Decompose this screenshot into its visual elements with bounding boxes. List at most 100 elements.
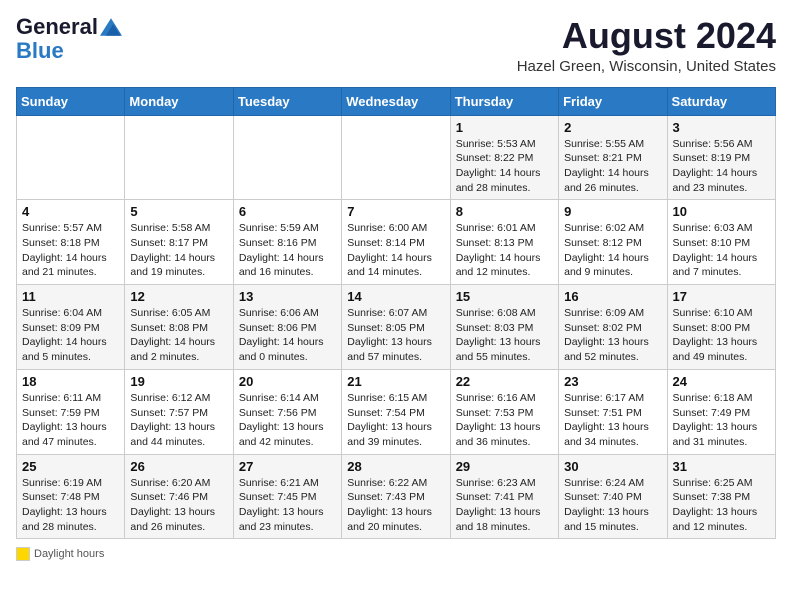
calendar-cell: 18 Sunrise: 6:11 AMSunset: 7:59 PMDayligh… [17, 369, 125, 454]
calendar-header-row: SundayMondayTuesdayWednesdayThursdayFrid… [17, 87, 776, 115]
calendar-cell: 24 Sunrise: 6:18 AMSunset: 7:49 PMDayligh… [667, 369, 775, 454]
calendar-cell: 11 Sunrise: 6:04 AMSunset: 8:09 PMDayligh… [17, 285, 125, 370]
calendar-header-wednesday: Wednesday [342, 87, 450, 115]
day-info: Sunrise: 6:04 AMSunset: 8:09 PMDaylight:… [22, 306, 119, 365]
day-info: Sunrise: 6:12 AMSunset: 7:57 PMDaylight:… [130, 391, 227, 450]
day-info: Sunrise: 5:53 AMSunset: 8:22 PMDaylight:… [456, 137, 553, 196]
calendar-cell: 5 Sunrise: 5:58 AMSunset: 8:17 PMDaylight… [125, 200, 233, 285]
daylight-legend: Daylight hours [16, 547, 104, 561]
day-number: 28 [347, 459, 444, 474]
day-info: Sunrise: 6:06 AMSunset: 8:06 PMDaylight:… [239, 306, 336, 365]
calendar-cell: 30 Sunrise: 6:24 AMSunset: 7:40 PMDayligh… [559, 454, 667, 539]
calendar-cell: 1 Sunrise: 5:53 AMSunset: 8:22 PMDaylight… [450, 115, 558, 200]
calendar-cell [233, 115, 341, 200]
calendar-cell: 21 Sunrise: 6:15 AMSunset: 7:54 PMDayligh… [342, 369, 450, 454]
day-info: Sunrise: 6:09 AMSunset: 8:02 PMDaylight:… [564, 306, 661, 365]
day-number: 26 [130, 459, 227, 474]
day-info: Sunrise: 5:55 AMSunset: 8:21 PMDaylight:… [564, 137, 661, 196]
calendar-cell: 9 Sunrise: 6:02 AMSunset: 8:12 PMDaylight… [559, 200, 667, 285]
day-number: 11 [22, 289, 119, 304]
calendar-cell [125, 115, 233, 200]
legend-color-box [16, 547, 30, 561]
day-number: 5 [130, 204, 227, 219]
day-info: Sunrise: 6:23 AMSunset: 7:41 PMDaylight:… [456, 476, 553, 535]
day-number: 18 [22, 374, 119, 389]
day-info: Sunrise: 6:15 AMSunset: 7:54 PMDaylight:… [347, 391, 444, 450]
day-info: Sunrise: 5:58 AMSunset: 8:17 PMDaylight:… [130, 221, 227, 280]
day-number: 10 [673, 204, 770, 219]
day-number: 14 [347, 289, 444, 304]
footer: Daylight hours [16, 547, 776, 561]
calendar-cell: 6Sunrise: 5:59 AMSunset: 8:16 PMDaylight… [233, 200, 341, 285]
day-number: 15 [456, 289, 553, 304]
calendar-cell: 25Sunrise: 6:19 AMSunset: 7:48 PMDayligh… [17, 454, 125, 539]
day-number: 1 [456, 120, 553, 135]
calendar-cell: 13Sunrise: 6:06 AMSunset: 8:06 PMDayligh… [233, 285, 341, 370]
day-info: Sunrise: 6:18 AMSunset: 7:49 PMDaylight:… [673, 391, 770, 450]
day-number: 7 [347, 204, 444, 219]
day-info: Sunrise: 6:11 AMSunset: 7:59 PMDaylight:… [22, 391, 119, 450]
day-info: Sunrise: 6:17 AMSunset: 7:51 PMDaylight:… [564, 391, 661, 450]
calendar-cell: 10 Sunrise: 6:03 AMSunset: 8:10 PMDayligh… [667, 200, 775, 285]
logo-blue-text: Blue [16, 38, 64, 64]
calendar-header-saturday: Saturday [667, 87, 775, 115]
day-number: 12 [130, 289, 227, 304]
day-number: 21 [347, 374, 444, 389]
logo: General Blue [16, 16, 122, 64]
day-info: Sunrise: 6:01 AMSunset: 8:13 PMDaylight:… [456, 221, 553, 280]
calendar-cell: 2 Sunrise: 5:55 AMSunset: 8:21 PMDaylight… [559, 115, 667, 200]
day-number: 2 [564, 120, 661, 135]
calendar-header-monday: Monday [125, 87, 233, 115]
day-info: Sunrise: 6:25 AMSunset: 7:38 PMDaylight:… [673, 476, 770, 535]
calendar-week-5: 25Sunrise: 6:19 AMSunset: 7:48 PMDayligh… [17, 454, 776, 539]
calendar-cell: 26Sunrise: 6:20 AMSunset: 7:46 PMDayligh… [125, 454, 233, 539]
day-info: Sunrise: 6:19 AMSunset: 7:48 PMDaylight:… [22, 476, 119, 535]
calendar-cell: 7 Sunrise: 6:00 AMSunset: 8:14 PMDaylight… [342, 200, 450, 285]
calendar-cell: 23Sunrise: 6:17 AMSunset: 7:51 PMDayligh… [559, 369, 667, 454]
day-number: 17 [673, 289, 770, 304]
calendar-cell: 16 Sunrise: 6:09 AMSunset: 8:02 PMDayligh… [559, 285, 667, 370]
day-info: Sunrise: 6:10 AMSunset: 8:00 PMDaylight:… [673, 306, 770, 365]
calendar-cell: 14 Sunrise: 6:07 AMSunset: 8:05 PMDayligh… [342, 285, 450, 370]
calendar-week-3: 11 Sunrise: 6:04 AMSunset: 8:09 PMDayligh… [17, 285, 776, 370]
calendar-week-4: 18 Sunrise: 6:11 AMSunset: 7:59 PMDayligh… [17, 369, 776, 454]
calendar-week-2: 4 Sunrise: 5:57 AMSunset: 8:18 PMDaylight… [17, 200, 776, 285]
calendar-cell: 19 Sunrise: 6:12 AMSunset: 7:57 PMDayligh… [125, 369, 233, 454]
calendar-cell: 27 Sunrise: 6:21 AMSunset: 7:45 PMDayligh… [233, 454, 341, 539]
day-info: Sunrise: 6:02 AMSunset: 8:12 PMDaylight:… [564, 221, 661, 280]
calendar-cell: 8 Sunrise: 6:01 AMSunset: 8:13 PMDaylight… [450, 200, 558, 285]
day-info: Sunrise: 5:57 AMSunset: 8:18 PMDaylight:… [22, 221, 119, 280]
calendar-cell: 22Sunrise: 6:16 AMSunset: 7:53 PMDayligh… [450, 369, 558, 454]
calendar-header-friday: Friday [559, 87, 667, 115]
logo-general-text: General [16, 16, 98, 38]
day-info: Sunrise: 6:21 AMSunset: 7:45 PMDaylight:… [239, 476, 336, 535]
day-info: Sunrise: 6:14 AMSunset: 7:56 PMDaylight:… [239, 391, 336, 450]
day-number: 31 [673, 459, 770, 474]
day-number: 16 [564, 289, 661, 304]
day-number: 24 [673, 374, 770, 389]
header: General Blue August 2024 Hazel Green, Wi… [16, 16, 776, 75]
day-info: Sunrise: 6:03 AMSunset: 8:10 PMDaylight:… [673, 221, 770, 280]
day-info: Sunrise: 5:56 AMSunset: 8:19 PMDaylight:… [673, 137, 770, 196]
day-number: 22 [456, 374, 553, 389]
day-info: Sunrise: 6:24 AMSunset: 7:40 PMDaylight:… [564, 476, 661, 535]
calendar-week-1: 1 Sunrise: 5:53 AMSunset: 8:22 PMDaylight… [17, 115, 776, 200]
calendar-cell: 31 Sunrise: 6:25 AMSunset: 7:38 PMDayligh… [667, 454, 775, 539]
calendar-cell: 3Sunrise: 5:56 AMSunset: 8:19 PMDaylight… [667, 115, 775, 200]
calendar-table: SundayMondayTuesdayWednesdayThursdayFrid… [16, 87, 776, 540]
day-number: 29 [456, 459, 553, 474]
location: Hazel Green, Wisconsin, United States [517, 58, 776, 75]
day-number: 8 [456, 204, 553, 219]
day-number: 30 [564, 459, 661, 474]
calendar-cell [342, 115, 450, 200]
day-number: 4 [22, 204, 119, 219]
day-info: Sunrise: 6:00 AMSunset: 8:14 PMDaylight:… [347, 221, 444, 280]
day-info: Sunrise: 6:07 AMSunset: 8:05 PMDaylight:… [347, 306, 444, 365]
logo-icon [100, 16, 122, 38]
day-info: Sunrise: 6:05 AMSunset: 8:08 PMDaylight:… [130, 306, 227, 365]
calendar-cell: 15Sunrise: 6:08 AMSunset: 8:03 PMDayligh… [450, 285, 558, 370]
day-number: 27 [239, 459, 336, 474]
calendar-header-sunday: Sunday [17, 87, 125, 115]
day-number: 9 [564, 204, 661, 219]
day-number: 19 [130, 374, 227, 389]
